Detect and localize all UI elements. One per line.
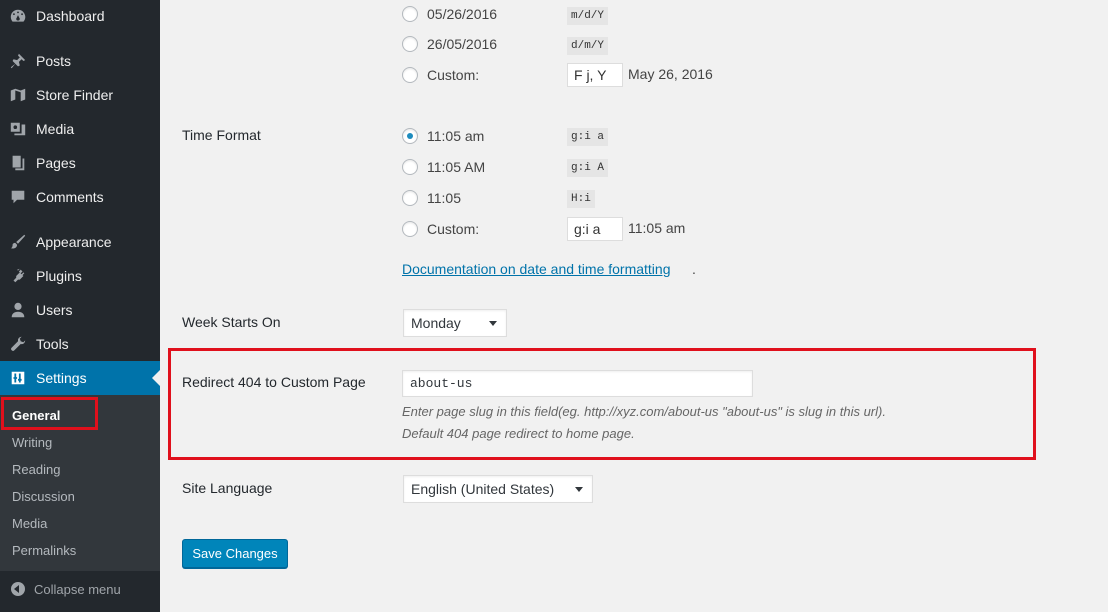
- option-label: 11:05: [427, 190, 461, 206]
- date-format-example: May 26, 2016: [628, 66, 713, 82]
- site-language-select[interactable]: English (United States): [403, 475, 593, 503]
- save-changes-button[interactable]: Save Changes: [182, 539, 288, 568]
- submenu-discussion[interactable]: Discussion: [12, 489, 75, 504]
- doc-link-period: .: [692, 261, 696, 277]
- time-format-option-1[interactable]: 11:05 am: [402, 126, 484, 146]
- time-format-custom-input[interactable]: g:i a: [567, 217, 623, 241]
- pin-icon: [8, 51, 28, 71]
- format-code: d/m/Y: [567, 37, 609, 55]
- media-icon: [8, 119, 28, 139]
- menu-item-media[interactable]: Media: [0, 112, 160, 146]
- submenu-permalinks[interactable]: Permalinks: [12, 543, 76, 558]
- menu-item-posts[interactable]: Posts: [0, 44, 160, 78]
- menu-item-dashboard[interactable]: Dashboard: [0, 0, 160, 33]
- menu-label: Media: [36, 121, 75, 137]
- menu-label: Settings: [36, 370, 87, 386]
- menu-item-appearance[interactable]: Appearance: [0, 225, 160, 259]
- plug-icon: [8, 266, 28, 286]
- radio-button[interactable]: [402, 221, 418, 237]
- radio-button[interactable]: [402, 190, 418, 206]
- submenu-writing[interactable]: Writing: [12, 435, 52, 450]
- option-label: 26/05/2016: [427, 36, 498, 52]
- format-code: m/d/Y: [567, 7, 609, 25]
- menu-label: Tools: [36, 336, 69, 352]
- date-format-option-1[interactable]: 05/26/2016: [402, 4, 497, 24]
- time-format-label: Time Format: [182, 127, 261, 143]
- collapse-label: Collapse menu: [34, 581, 121, 597]
- menu-label: Pages: [36, 155, 76, 171]
- general-highlight-box: [1, 397, 98, 430]
- radio-button-checked[interactable]: [402, 128, 418, 144]
- collapse-arrow-icon: [11, 582, 25, 596]
- time-format-option-3[interactable]: 11:05: [402, 188, 461, 208]
- site-language-label: Site Language: [182, 480, 273, 496]
- comment-icon: [8, 187, 28, 207]
- radio-button[interactable]: [402, 6, 418, 22]
- chevron-down-icon: [489, 321, 497, 326]
- pages-icon: [8, 153, 28, 173]
- format-code: H:i: [567, 190, 595, 208]
- menu-item-comments[interactable]: Comments: [0, 180, 160, 214]
- week-starts-label: Week Starts On: [182, 314, 281, 330]
- menu-item-tools[interactable]: Tools: [0, 327, 160, 361]
- map-icon: [8, 85, 28, 105]
- redirect-description-2: Default 404 page redirect to home page.: [402, 426, 635, 441]
- submenu-media[interactable]: Media: [12, 516, 47, 531]
- menu-item-plugins[interactable]: Plugins: [0, 259, 160, 293]
- menu-label: Users: [36, 302, 73, 318]
- time-format-example: 11:05 am: [628, 220, 686, 236]
- collapse-menu-button[interactable]: Collapse menu: [0, 572, 160, 606]
- admin-sidebar: Dashboard Posts Store Finder Media Pages…: [0, 0, 160, 612]
- brush-icon: [8, 232, 28, 252]
- menu-label: Comments: [36, 189, 104, 205]
- select-value: English (United States): [411, 481, 555, 497]
- date-format-custom-input[interactable]: F j, Y: [567, 63, 623, 87]
- menu-label: Dashboard: [36, 8, 105, 24]
- wrench-icon: [8, 334, 28, 354]
- menu-label: Posts: [36, 53, 72, 69]
- chevron-down-icon: [575, 487, 583, 492]
- redirect-404-input[interactable]: about-us: [402, 370, 753, 397]
- select-value: Monday: [411, 315, 461, 331]
- format-code: g:i a: [567, 128, 609, 146]
- menu-item-settings[interactable]: Settings: [0, 361, 160, 395]
- option-label: Custom:: [427, 221, 480, 237]
- radio-button[interactable]: [402, 67, 418, 83]
- menu-label: Store Finder: [36, 87, 114, 103]
- redirect-404-label: Redirect 404 to Custom Page: [182, 374, 366, 390]
- submenu-reading[interactable]: Reading: [12, 462, 60, 477]
- option-label: Custom:: [427, 67, 480, 83]
- settings-icon: [8, 368, 28, 388]
- date-time-doc-link[interactable]: Documentation on date and time formattin…: [402, 261, 671, 277]
- date-format-option-custom[interactable]: Custom:: [402, 65, 479, 85]
- menu-item-users[interactable]: Users: [0, 293, 160, 327]
- week-starts-select[interactable]: Monday: [403, 309, 507, 337]
- radio-button[interactable]: [402, 159, 418, 175]
- user-icon: [8, 300, 28, 320]
- radio-button[interactable]: [402, 36, 418, 52]
- menu-item-pages[interactable]: Pages: [0, 146, 160, 180]
- menu-item-store-finder[interactable]: Store Finder: [0, 78, 160, 112]
- redirect-description: Enter page slug in this field(eg. http:/…: [402, 404, 886, 419]
- option-label: 11:05 am: [427, 128, 485, 144]
- dashboard-icon: [8, 6, 28, 26]
- time-format-option-custom[interactable]: Custom:: [402, 219, 479, 239]
- menu-label: Plugins: [36, 268, 82, 284]
- format-code: g:i A: [567, 159, 609, 177]
- time-format-option-2[interactable]: 11:05 AM: [402, 157, 485, 177]
- menu-label: Appearance: [36, 234, 112, 250]
- option-label: 05/26/2016: [427, 6, 498, 22]
- option-label: 11:05 AM: [427, 159, 486, 175]
- date-format-option-2[interactable]: 26/05/2016: [402, 34, 497, 54]
